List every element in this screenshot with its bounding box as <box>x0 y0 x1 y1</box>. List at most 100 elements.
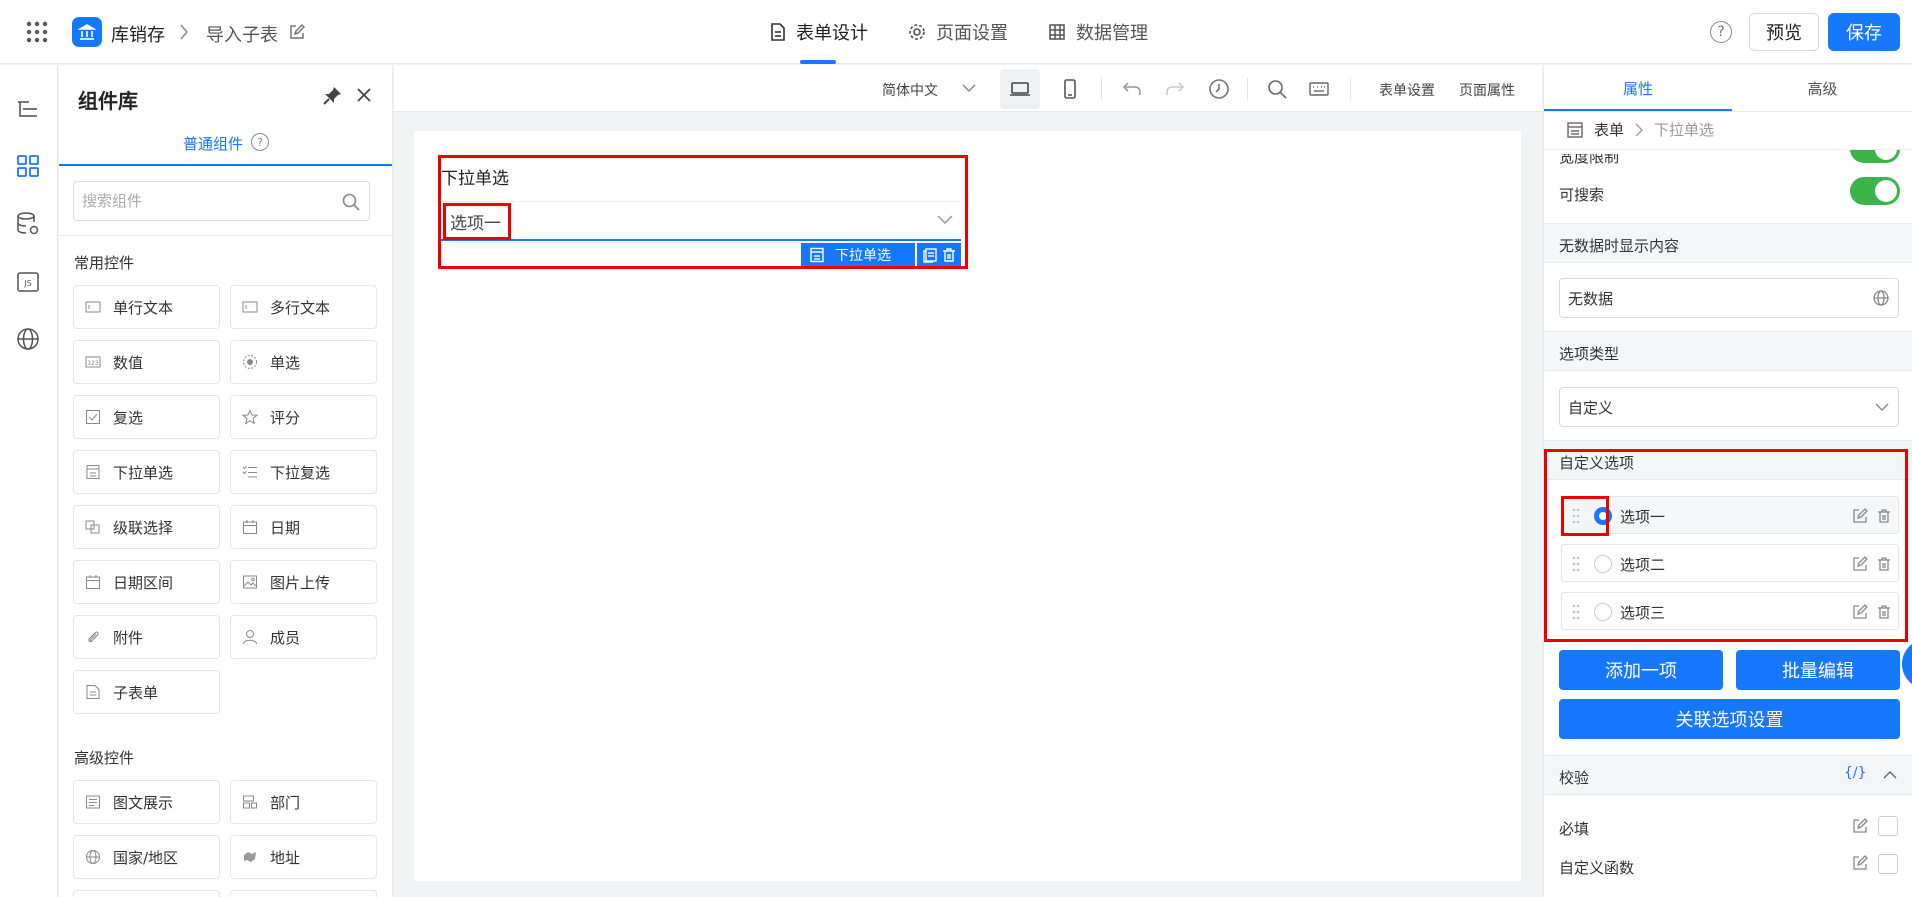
chevron-up-icon[interactable] <box>1882 767 1898 783</box>
chevron-down-icon <box>1874 399 1890 415</box>
search-icon[interactable] <box>1266 78 1288 100</box>
user-icon <box>242 629 258 645</box>
batch-edit-button[interactable]: 批量编辑 <box>1736 650 1900 690</box>
department-icon <box>242 794 258 810</box>
form-icon <box>1566 121 1584 139</box>
custom-function-checkbox[interactable] <box>1878 854 1898 874</box>
component-subform[interactable]: 子表单 <box>73 670 220 714</box>
outline-tree-icon[interactable] <box>15 97 41 123</box>
component-image-upload[interactable]: 图片上传 <box>230 560 377 604</box>
close-icon[interactable] <box>354 85 374 105</box>
history-icon[interactable] <box>1208 78 1230 100</box>
preview-button[interactable]: 预览 <box>1749 13 1819 51</box>
component-checkbox[interactable]: 复选 <box>73 395 220 439</box>
required-checkbox[interactable] <box>1878 816 1898 836</box>
page-props-link[interactable]: 页面属性 <box>1459 80 1515 100</box>
component-label: 附件 <box>113 628 144 647</box>
floating-action-button[interactable] <box>1902 639 1912 689</box>
component-radio[interactable]: 单选 <box>230 340 377 384</box>
empty-content-title: 无数据时显示内容 <box>1559 237 1680 255</box>
components-grid-icon[interactable] <box>15 153 41 179</box>
keyboard-icon[interactable] <box>1308 78 1330 100</box>
props-breadcrumb: 表单 下拉单选 <box>1566 119 1714 140</box>
tab-data-management[interactable]: 数据管理 <box>1048 20 1148 44</box>
app-name[interactable]: 库销存 <box>111 21 165 47</box>
pin-icon[interactable] <box>321 85 343 107</box>
section-title-advanced: 高级控件 <box>74 749 135 767</box>
mobile-icon[interactable] <box>1059 78 1081 100</box>
divider <box>1350 78 1351 100</box>
tab-form-design[interactable]: 表单设计 <box>770 20 868 44</box>
component-rating[interactable]: 评分 <box>230 395 377 439</box>
table-icon <box>1048 23 1066 41</box>
linked-options-button[interactable]: 关联选项设置 <box>1559 699 1900 739</box>
component-number[interactable]: 123 数值 <box>73 340 220 384</box>
cascade-icon <box>85 519 101 535</box>
map-icon <box>242 849 258 865</box>
globe-icon[interactable] <box>1872 289 1890 307</box>
component-dropdown-multi[interactable]: 下拉复选 <box>230 450 377 494</box>
component-label: 单行文本 <box>113 298 174 317</box>
edit-icon[interactable] <box>1852 855 1868 871</box>
tab-label: 页面设置 <box>936 23 1008 44</box>
component-address[interactable]: 地址 <box>230 835 377 879</box>
searchable-toggle[interactable] <box>1850 177 1900 205</box>
help-icon[interactable]: ? <box>1710 21 1732 43</box>
empty-content-input[interactable]: 无数据 <box>1559 278 1899 318</box>
component-rich-text[interactable]: 图文展示 <box>73 780 220 824</box>
js-code-icon[interactable]: JS <box>15 269 41 295</box>
tab-advanced[interactable]: 高级 <box>1732 65 1912 111</box>
desktop-icon[interactable] <box>1009 78 1031 100</box>
component-member[interactable]: 成员 <box>230 615 377 659</box>
component-date[interactable]: 日期 <box>230 505 377 549</box>
divider <box>59 235 392 236</box>
component-cascade[interactable]: 级联选择 <box>73 505 220 549</box>
globe-icon <box>85 849 101 865</box>
apps-grid-icon[interactable] <box>26 21 48 43</box>
chevron-down-icon[interactable] <box>960 79 978 97</box>
component-attachment[interactable]: 附件 <box>73 615 220 659</box>
component-more-1[interactable] <box>73 890 220 897</box>
redo-icon[interactable] <box>1164 78 1186 100</box>
component-single-line-text[interactable]: 单行文本 <box>73 285 220 329</box>
component-label: 日期区间 <box>113 573 174 592</box>
component-country-region[interactable]: 国家/地区 <box>73 835 220 879</box>
undo-icon[interactable] <box>1121 78 1143 100</box>
search-input[interactable] <box>74 182 324 220</box>
component-label: 图文展示 <box>113 793 174 812</box>
form-settings-link[interactable]: 表单设置 <box>1379 80 1435 100</box>
database-settings-icon[interactable] <box>15 211 41 237</box>
option-type-select[interactable]: 自定义 <box>1559 387 1899 427</box>
component-department[interactable]: 部门 <box>230 780 377 824</box>
save-button[interactable]: 保存 <box>1828 13 1900 51</box>
multi-line-text-icon <box>242 299 258 315</box>
component-more-2[interactable] <box>230 890 377 897</box>
component-label: 复选 <box>113 408 144 427</box>
tab-page-settings[interactable]: 页面设置 <box>908 20 1008 44</box>
language-select[interactable]: 简体中文 <box>882 80 938 100</box>
component-label: 数值 <box>113 353 144 372</box>
add-option-button[interactable]: 添加一项 <box>1559 650 1723 690</box>
panel-title: 组件库 <box>78 89 138 113</box>
tab-properties[interactable]: 属性 <box>1544 65 1732 111</box>
component-dropdown-single[interactable]: 下拉单选 <box>73 450 220 494</box>
tab-common-components[interactable]: 普通组件 ? <box>59 133 392 166</box>
divider <box>1544 111 1912 112</box>
component-label: 评分 <box>270 408 301 427</box>
component-multi-line-text[interactable]: 多行文本 <box>230 285 377 329</box>
help-icon[interactable]: ? <box>251 133 269 151</box>
document-icon <box>770 23 786 41</box>
empty-content-value: 无数据 <box>1568 289 1614 308</box>
svg-text:123: 123 <box>87 360 99 367</box>
code-icon[interactable]: {/} <box>1844 765 1867 781</box>
search-icon[interactable] <box>341 192 361 212</box>
dropdown-multi-icon <box>242 464 258 480</box>
component-library-panel: 组件库 普通组件 ? 常用控件 单行文本 多行文本 123 数值 单选 复选 评… <box>59 65 393 897</box>
globe-icon[interactable] <box>15 326 41 352</box>
component-date-range[interactable]: 日期区间 <box>73 560 220 604</box>
component-label: 部门 <box>270 793 301 812</box>
edit-icon[interactable] <box>1852 818 1868 834</box>
component-label: 图片上传 <box>270 573 331 592</box>
edit-name-icon[interactable] <box>288 23 306 41</box>
breadcrumb-root[interactable]: 表单 <box>1594 119 1624 140</box>
